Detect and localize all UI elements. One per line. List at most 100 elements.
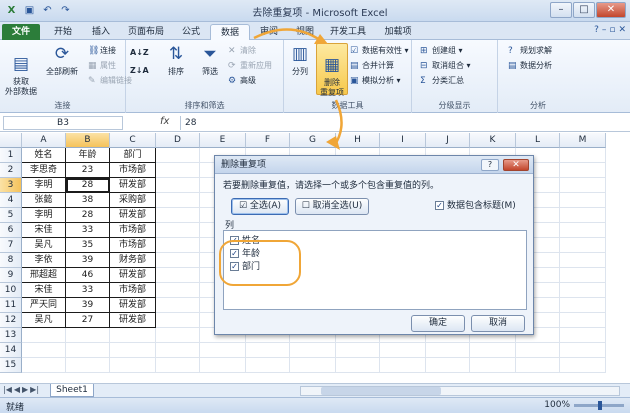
column-header-A[interactable]: A: [22, 133, 66, 148]
name-box[interactable]: B3: [3, 116, 123, 130]
cell-C11[interactable]: 研发部: [110, 298, 156, 313]
minimize-button[interactable]: –: [550, 2, 572, 18]
cell-A1[interactable]: 姓名: [22, 148, 66, 163]
cell-D2[interactable]: [156, 163, 200, 178]
properties-button[interactable]: ▦ 属性: [88, 59, 116, 72]
minimize-ribbon-icon[interactable]: –: [602, 25, 607, 35]
cell-D10[interactable]: [156, 283, 200, 298]
connections-button[interactable]: ⛓连接: [88, 44, 116, 57]
cell-C5[interactable]: 研发部: [110, 208, 156, 223]
cell-M6[interactable]: [560, 223, 606, 238]
cell-B5[interactable]: 28: [66, 208, 110, 223]
cell-D11[interactable]: [156, 298, 200, 313]
cell-D3[interactable]: [156, 178, 200, 193]
cell-D15[interactable]: [156, 358, 200, 373]
first-sheet-icon[interactable]: |◀: [3, 385, 12, 394]
cell-C4[interactable]: 采购部: [110, 193, 156, 208]
cell-H14[interactable]: [336, 343, 380, 358]
cell-D1[interactable]: [156, 148, 200, 163]
consolidate-button[interactable]: ▤ 合并计算: [350, 59, 394, 72]
cell-C10[interactable]: 市场部: [110, 283, 156, 298]
close-workbook-icon[interactable]: ✕: [618, 25, 626, 35]
cell-A11[interactable]: 严天同: [22, 298, 66, 313]
cell-C8[interactable]: 财务部: [110, 253, 156, 268]
zoom-slider-knob[interactable]: [598, 401, 602, 410]
cell-M9[interactable]: [560, 268, 606, 283]
cell-C6[interactable]: 市场部: [110, 223, 156, 238]
sort-descending-button[interactable]: Z↓A: [130, 64, 149, 77]
cell-D4[interactable]: [156, 193, 200, 208]
sheet-tab[interactable]: Sheet1: [50, 384, 94, 397]
last-sheet-icon[interactable]: ▶|: [30, 385, 39, 394]
tab-formulas[interactable]: 公式: [174, 24, 208, 40]
cell-B9[interactable]: 46: [66, 268, 110, 283]
cell-E14[interactable]: [200, 343, 246, 358]
cell-B12[interactable]: 27: [66, 313, 110, 328]
cell-C14[interactable]: [110, 343, 156, 358]
cell-B2[interactable]: 23: [66, 163, 110, 178]
cell-A7[interactable]: 吴凡: [22, 238, 66, 253]
horizontal-scrollbar[interactable]: [300, 386, 620, 396]
cell-A9[interactable]: 邢超超: [22, 268, 66, 283]
cell-M14[interactable]: [560, 343, 606, 358]
dialog-close-button[interactable]: ✕: [503, 159, 529, 171]
cell-C1[interactable]: 部门: [110, 148, 156, 163]
cell-I14[interactable]: [380, 343, 426, 358]
cell-D9[interactable]: [156, 268, 200, 283]
cell-B7[interactable]: 35: [66, 238, 110, 253]
group-button[interactable]: ⊞ 创建组 ▾: [420, 44, 463, 57]
cell-D5[interactable]: [156, 208, 200, 223]
cell-B8[interactable]: 39: [66, 253, 110, 268]
column-header-C[interactable]: C: [110, 133, 156, 148]
cell-J14[interactable]: [426, 343, 470, 358]
cell-A10[interactable]: 宋佳: [22, 283, 66, 298]
cell-D14[interactable]: [156, 343, 200, 358]
cell-M8[interactable]: [560, 253, 606, 268]
cell-D13[interactable]: [156, 328, 200, 343]
cell-G14[interactable]: [290, 343, 336, 358]
row-header-15[interactable]: 15: [0, 358, 22, 373]
row-header-6[interactable]: 6: [0, 223, 22, 238]
cell-B15[interactable]: [66, 358, 110, 373]
reapply-button[interactable]: ⟳ 重新应用: [228, 59, 272, 72]
cell-A4[interactable]: 张懿: [22, 193, 66, 208]
cell-A12[interactable]: 吴凡: [22, 313, 66, 328]
column-header-J[interactable]: J: [426, 133, 470, 148]
cell-M13[interactable]: [560, 328, 606, 343]
row-header-3[interactable]: 3: [0, 178, 22, 193]
next-sheet-icon[interactable]: ▶: [22, 385, 28, 394]
unselect-all-button[interactable]: ☐ 取消全选(U): [295, 198, 369, 215]
help-icon[interactable]: ?: [594, 25, 599, 35]
cell-M1[interactable]: [560, 148, 606, 163]
undo-icon[interactable]: ↶: [40, 3, 55, 18]
tab-insert[interactable]: 插入: [84, 24, 118, 40]
cell-M2[interactable]: [560, 163, 606, 178]
cell-A3[interactable]: 李明: [22, 178, 66, 193]
cell-M12[interactable]: [560, 313, 606, 328]
cell-B14[interactable]: [66, 343, 110, 358]
cell-H15[interactable]: [336, 358, 380, 373]
cell-D6[interactable]: [156, 223, 200, 238]
row-header-1[interactable]: 1: [0, 148, 22, 163]
ok-button[interactable]: 确定: [411, 315, 465, 332]
row-header-11[interactable]: 11: [0, 298, 22, 313]
cell-A5[interactable]: 李明: [22, 208, 66, 223]
cell-A15[interactable]: [22, 358, 66, 373]
ungroup-button[interactable]: ⊟ 取消组合 ▾: [420, 59, 471, 72]
tab-file[interactable]: 文件: [2, 24, 40, 40]
what-if-button[interactable]: ▣ 模拟分析 ▾: [350, 74, 401, 87]
row-header-5[interactable]: 5: [0, 208, 22, 223]
column-header-L[interactable]: L: [516, 133, 560, 148]
save-icon[interactable]: ▣: [22, 3, 37, 18]
cell-C13[interactable]: [110, 328, 156, 343]
cell-M11[interactable]: [560, 298, 606, 313]
dialog-help-button[interactable]: ?: [481, 159, 499, 171]
cell-G15[interactable]: [290, 358, 336, 373]
data-validation-button[interactable]: ☑ 数据有效性 ▾: [350, 44, 409, 57]
cell-C15[interactable]: [110, 358, 156, 373]
formula-input[interactable]: 28: [180, 116, 625, 130]
tab-data[interactable]: 数据: [210, 24, 250, 40]
cell-C12[interactable]: 研发部: [110, 313, 156, 328]
cell-A13[interactable]: [22, 328, 66, 343]
row-header-2[interactable]: 2: [0, 163, 22, 178]
